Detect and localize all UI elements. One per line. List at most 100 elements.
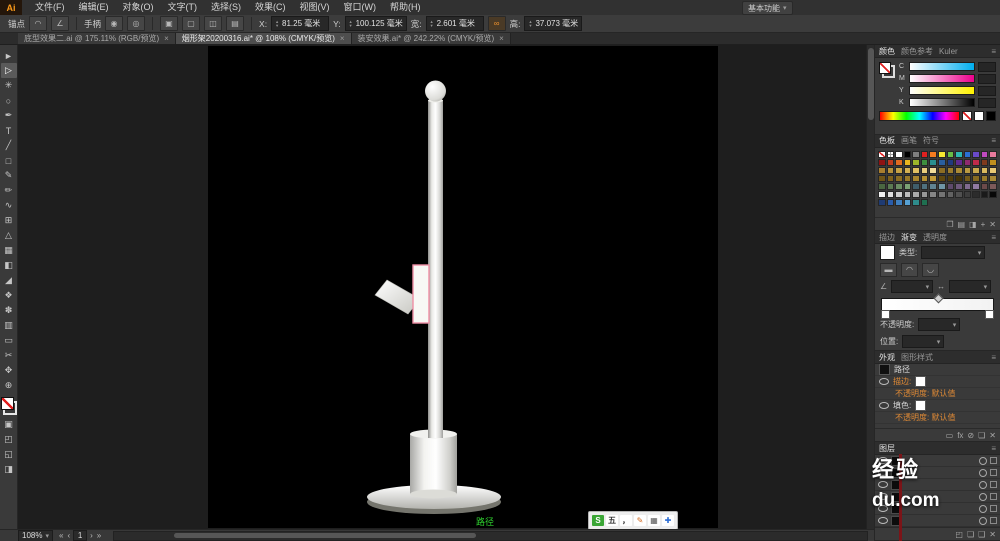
clear-appearance-icon[interactable]: ⊘: [967, 431, 974, 440]
gradient-angle-field[interactable]: ▾: [891, 280, 933, 293]
panel-tab[interactable]: Kuler: [939, 47, 958, 56]
column-graph-tool[interactable]: ▥: [1, 318, 17, 333]
pencil-tool[interactable]: ✏: [1, 183, 17, 198]
none-color-chip[interactable]: [962, 111, 972, 121]
swatch[interactable]: [912, 151, 920, 158]
appearance-row[interactable]: 不透明度: 默认值: [875, 388, 1000, 400]
swatch[interactable]: [955, 159, 963, 166]
stepper-down-icon[interactable]: ▼: [528, 24, 532, 28]
transform-field[interactable]: ▲▼100.125 毫米: [345, 16, 407, 31]
white-chip[interactable]: [974, 111, 984, 121]
panel-tab[interactable]: 图形样式: [901, 352, 933, 363]
swatch[interactable]: [972, 159, 980, 166]
new-sublayer-icon[interactable]: ❏: [967, 530, 974, 539]
duplicate-item-icon[interactable]: ❏: [978, 431, 985, 440]
convert-smooth-button[interactable]: ◠: [29, 16, 47, 31]
appearance-row[interactable]: 填色:: [875, 400, 1000, 412]
ime-toolbar[interactable]: S五，✎▦✚: [588, 511, 678, 529]
layer-row[interactable]: [875, 515, 1000, 527]
layer-row[interactable]: [875, 467, 1000, 479]
first-artboard-button[interactable]: «: [58, 531, 64, 540]
perspective-grid-tool[interactable]: △: [1, 228, 17, 243]
transform-field[interactable]: ▲▼37.073 毫米: [524, 16, 582, 31]
swatch[interactable]: [972, 183, 980, 190]
visibility-eye-icon[interactable]: [878, 469, 888, 476]
stepper-arrows[interactable]: ▲▼: [349, 20, 353, 28]
swatch[interactable]: [981, 191, 989, 198]
close-icon[interactable]: ×: [499, 34, 504, 43]
color-slider[interactable]: [909, 86, 975, 95]
magic-wand-tool[interactable]: ✳: [1, 78, 17, 93]
panel-tab[interactable]: 色板: [879, 135, 895, 146]
swatch[interactable]: [904, 199, 912, 206]
swatch[interactable]: [955, 191, 963, 198]
menubar-item[interactable]: 对象(O): [116, 0, 161, 15]
show-handles-button[interactable]: ◉: [105, 16, 123, 31]
new-layer-icon[interactable]: ❑: [978, 530, 985, 539]
line-segment-tool[interactable]: ╱: [1, 138, 17, 153]
mesh-tool[interactable]: ▦: [1, 243, 17, 258]
visibility-eye-icon[interactable]: [878, 457, 888, 464]
document-tab[interactable]: 烟形架20200316.ai* @ 108% (CMYK/预览)×: [176, 33, 352, 44]
layer-selection-indicator[interactable]: [990, 469, 997, 476]
visibility-eye-icon[interactable]: [878, 517, 888, 524]
layer-selection-indicator[interactable]: [990, 505, 997, 512]
swatch[interactable]: [912, 183, 920, 190]
stepper-down-icon[interactable]: ▼: [275, 24, 279, 28]
swatch[interactable]: [912, 175, 920, 182]
rectangle-tool[interactable]: □: [1, 153, 17, 168]
visibility-eye-icon[interactable]: [878, 493, 888, 500]
slice-tool[interactable]: ✂: [1, 348, 17, 363]
blend-tool[interactable]: ❖: [1, 288, 17, 303]
swatch[interactable]: [972, 175, 980, 182]
swatch[interactable]: [964, 175, 972, 182]
swatch[interactable]: [878, 183, 886, 190]
transform-field[interactable]: ▲▼81.25 毫米: [271, 16, 329, 31]
appearance-row[interactable]: 描边:: [875, 376, 1000, 388]
draw-behind-button[interactable]: ◰: [1, 432, 17, 447]
swatch[interactable]: [904, 175, 912, 182]
gradient-across-stroke-icon[interactable]: ◡: [922, 263, 939, 277]
canvas[interactable]: 路径 S五，✎▦✚: [18, 45, 866, 529]
panel-menu-icon[interactable]: ≡: [991, 136, 996, 145]
gradient-preview-chip[interactable]: [880, 245, 895, 260]
swatch[interactable]: [887, 151, 895, 158]
swatch[interactable]: [887, 199, 895, 206]
gradient-slider[interactable]: [881, 298, 994, 314]
black-chip[interactable]: [986, 111, 996, 121]
color-slider[interactable]: [909, 74, 975, 83]
close-icon[interactable]: ×: [164, 34, 169, 43]
cut-path-button[interactable]: ◫: [204, 16, 222, 31]
ime-pen-icon[interactable]: ✎: [634, 515, 646, 526]
fill-chip[interactable]: [879, 62, 891, 74]
document-tab[interactable]: 底型效果二.ai @ 175.11% (RGB/预览)×: [18, 33, 176, 44]
swatch[interactable]: [895, 183, 903, 190]
visibility-eye-icon[interactable]: [879, 378, 889, 385]
layer-target-icon[interactable]: [979, 481, 987, 489]
transform-field[interactable]: ▲▼2.601 毫米: [426, 16, 484, 31]
swatch[interactable]: [929, 183, 937, 190]
ime-punctuation-icon[interactable]: ，: [620, 515, 632, 526]
layer-target-icon[interactable]: [979, 493, 987, 501]
swatch[interactable]: [938, 183, 946, 190]
swatch[interactable]: [989, 183, 997, 190]
swatch[interactable]: [981, 159, 989, 166]
swatch[interactable]: [938, 175, 946, 182]
panel-tab[interactable]: 画笔: [901, 135, 917, 146]
new-stroke-icon[interactable]: ▭: [946, 431, 954, 440]
panel-menu-icon[interactable]: ≡: [991, 353, 996, 362]
menubar-item[interactable]: 编辑(E): [72, 0, 116, 15]
swatch[interactable]: [929, 175, 937, 182]
swatch[interactable]: [878, 199, 886, 206]
ime-wubi-icon[interactable]: 五: [606, 515, 618, 526]
layer-row[interactable]: [875, 455, 1000, 467]
slider-value-field[interactable]: [978, 98, 996, 108]
swatch[interactable]: [981, 167, 989, 174]
swatch[interactable]: [878, 159, 886, 166]
menubar-item[interactable]: 帮助(H): [383, 0, 428, 15]
paintbrush-tool[interactable]: ✎: [1, 168, 17, 183]
swatch[interactable]: [955, 183, 963, 190]
color-swatch-chip[interactable]: [915, 400, 926, 411]
gradient-within-stroke-icon[interactable]: ▬: [880, 263, 897, 277]
swatch[interactable]: [938, 159, 946, 166]
